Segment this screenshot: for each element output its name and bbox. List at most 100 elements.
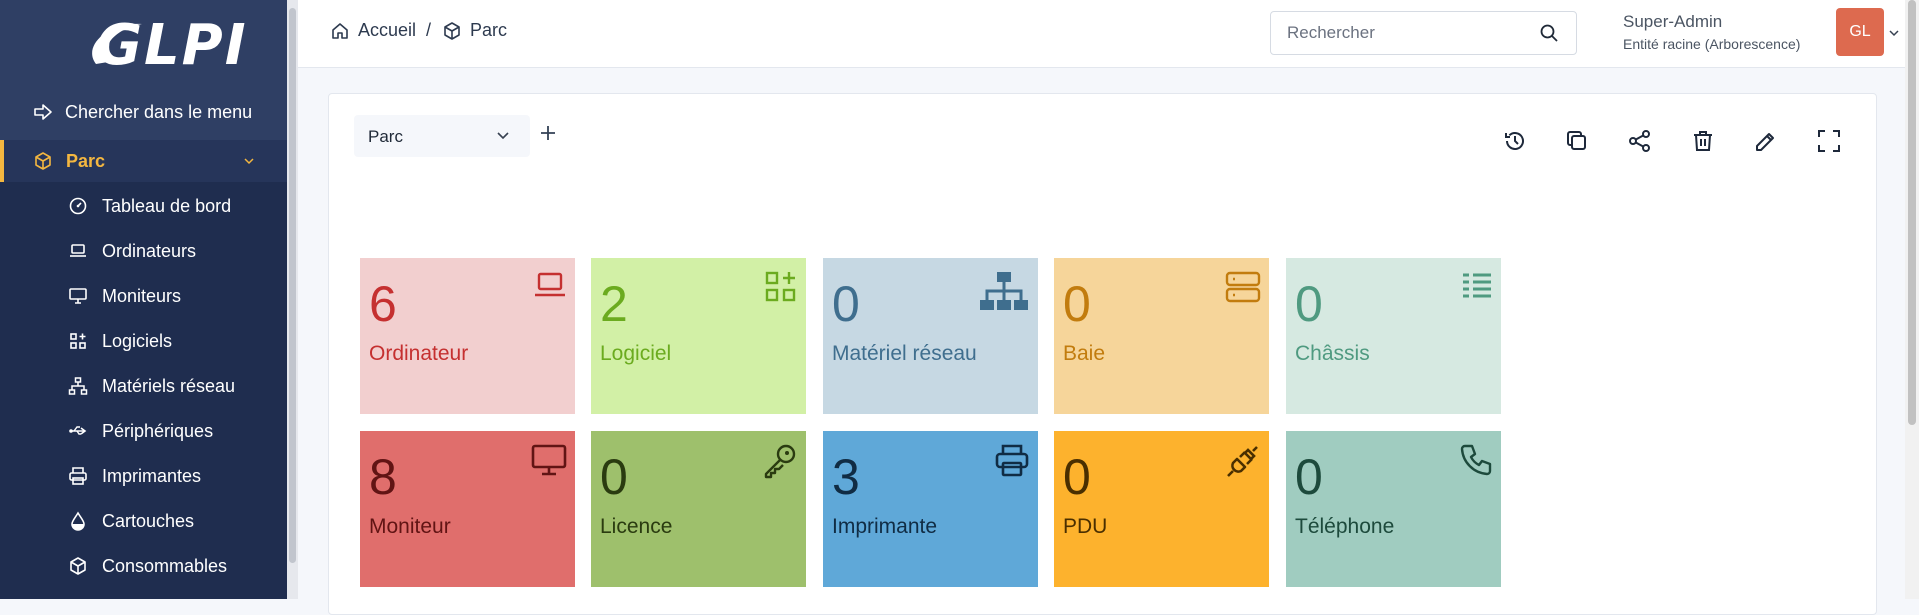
tile-logiciel[interactable]: 2 Logiciel [591,258,806,414]
key-icon [764,444,796,479]
tile-imprimante[interactable]: 3 Imprimante [823,431,1038,587]
box-icon [444,21,460,40]
sidebar-item-materiels-reseau[interactable]: Matériels réseau [0,366,287,406]
menu-search-button[interactable]: Chercher dans le menu [33,96,252,128]
tile-label: Châssis [1295,342,1370,365]
topbar: Accueil / Parc Super-Admin Entité racine… [298,0,1919,68]
tile-materiel-reseau[interactable]: 0 Matériel réseau [823,258,1038,414]
tile-label: Téléphone [1295,515,1395,538]
server-icon [1225,271,1261,303]
history-icon[interactable] [1502,128,1528,154]
trash-icon[interactable] [1690,128,1716,154]
phone-icon [1460,444,1492,476]
sidebar-item-moniteurs[interactable]: Moniteurs [0,276,287,316]
tile-value: 0 [1295,449,1323,505]
sidebar-scrollbar-thumb[interactable] [289,8,296,563]
tile-baie[interactable]: 0 Baie [1054,258,1269,414]
tile-telephone[interactable]: 0 Téléphone [1286,431,1501,587]
tile-ordinateur[interactable]: 6 Ordinateur [360,258,575,414]
edit-icon[interactable] [1753,128,1779,154]
main-scrollbar-thumb[interactable] [1908,0,1916,425]
dashboard-select-value: Parc [368,127,403,146]
tile-moniteur[interactable]: 8 Moniteur [360,431,575,587]
sidebar-section-label: Parc [66,150,106,171]
monitor-icon [69,288,87,304]
chevron-down-icon[interactable] [1888,28,1900,38]
printer-icon [69,467,87,485]
sidebar: GLPI Chercher dans le menu Parc Tableau … [0,0,298,599]
printer-icon [995,444,1029,477]
dashboard-select[interactable]: Parc [354,115,530,157]
tile-label: PDU [1063,515,1108,538]
breadcrumb-parc[interactable]: Parc [442,20,507,41]
tile-value: 3 [832,449,860,505]
fullscreen-icon[interactable] [1816,128,1842,154]
tile-label: Baie [1063,342,1106,365]
tile-label: Logiciel [600,342,672,365]
tile-value: 0 [1063,276,1091,332]
chevron-down-icon [244,158,254,165]
tile-value: 2 [600,276,628,332]
sidebar-item-label: Cartouches [102,510,195,531]
breadcrumb-label: Accueil [358,20,417,40]
sidebar-item-tableau-de-bord[interactable]: Tableau de bord [0,186,287,226]
network-icon [980,272,1028,310]
sidebar-submenu: Tableau de bord Ordinateurs Moniteurs Lo… [0,182,287,599]
box-icon [70,557,86,575]
sidebar-item-label: Périphériques [102,420,214,441]
active-accent-bar [0,140,4,182]
tile-label: Matériel réseau [832,342,977,365]
tile-value: 0 [1295,276,1323,332]
sidebar-item-peripheriques[interactable]: Périphériques [0,411,287,451]
user-entity[interactable]: Entité racine (Arborescence) [1623,36,1800,52]
sidebar-item-label: Matériels réseau [102,375,236,396]
tile-value: 0 [832,276,860,332]
apps-icon [70,333,86,349]
dashboard-card: Parc 6 Ordinateur 2 Logiciel 0 Matériel … [328,93,1877,615]
sidebar-item-label: Logiciels [102,330,173,351]
search-icon[interactable] [1539,23,1559,43]
sidebar-scrollbar[interactable] [287,0,298,599]
tile-value: 0 [1063,449,1091,505]
sidebar-section-parc[interactable]: Parc [0,140,287,182]
sidebar-item-ordinateurs[interactable]: Ordinateurs [0,231,287,271]
laptop-icon [535,272,565,297]
sidebar-item-logiciels[interactable]: Logiciels [0,321,287,361]
tile-label: Ordinateur [369,342,469,365]
gauge-icon [69,197,87,215]
sidebar-item-label: Imprimantes [102,465,202,486]
chevron-down-icon [497,132,509,140]
sidebar-item-cartouches[interactable]: Cartouches [0,501,287,541]
share-icon[interactable] [1627,128,1653,154]
tile-label: Licence [600,515,673,538]
breadcrumb-separator: / [426,20,432,40]
tile-chassis[interactable]: 0 Châssis [1286,258,1501,414]
usb-icon [69,426,87,435]
global-search[interactable] [1270,11,1577,55]
sidebar-item-imprimantes[interactable]: Imprimantes [0,456,287,496]
tile-licence[interactable]: 0 Licence [591,431,806,587]
main-scrollbar[interactable] [1905,0,1919,599]
sidebar-item-label: Tableau de bord [102,195,232,216]
menu-search-label: Chercher dans le menu [65,101,253,122]
laptop-icon [70,244,86,257]
arrow-right-icon [34,104,52,120]
breadcrumb-label: Parc [470,20,508,40]
sidebar-item-consommables[interactable]: Consommables [0,546,287,586]
box-icon [35,152,51,170]
plus-icon[interactable] [539,124,557,142]
apps-icon [765,271,796,302]
network-icon [68,377,88,395]
sidebar-item-label: Ordinateurs [102,240,197,261]
breadcrumb-home[interactable]: Accueil [330,20,416,41]
search-input[interactable] [1285,22,1529,44]
sidebar-item-label: Consommables [102,555,228,576]
tile-pdu[interactable]: 0 PDU [1054,431,1269,587]
tile-label: Imprimante [832,515,938,538]
user-name[interactable]: Super-Admin [1623,12,1722,32]
avatar[interactable]: GL [1836,8,1884,56]
glpi-logo[interactable]: GLPI [78,16,246,76]
copy-icon[interactable] [1564,128,1590,154]
sidebar-item-label: Moniteurs [102,285,182,306]
tile-value: 8 [369,449,397,505]
